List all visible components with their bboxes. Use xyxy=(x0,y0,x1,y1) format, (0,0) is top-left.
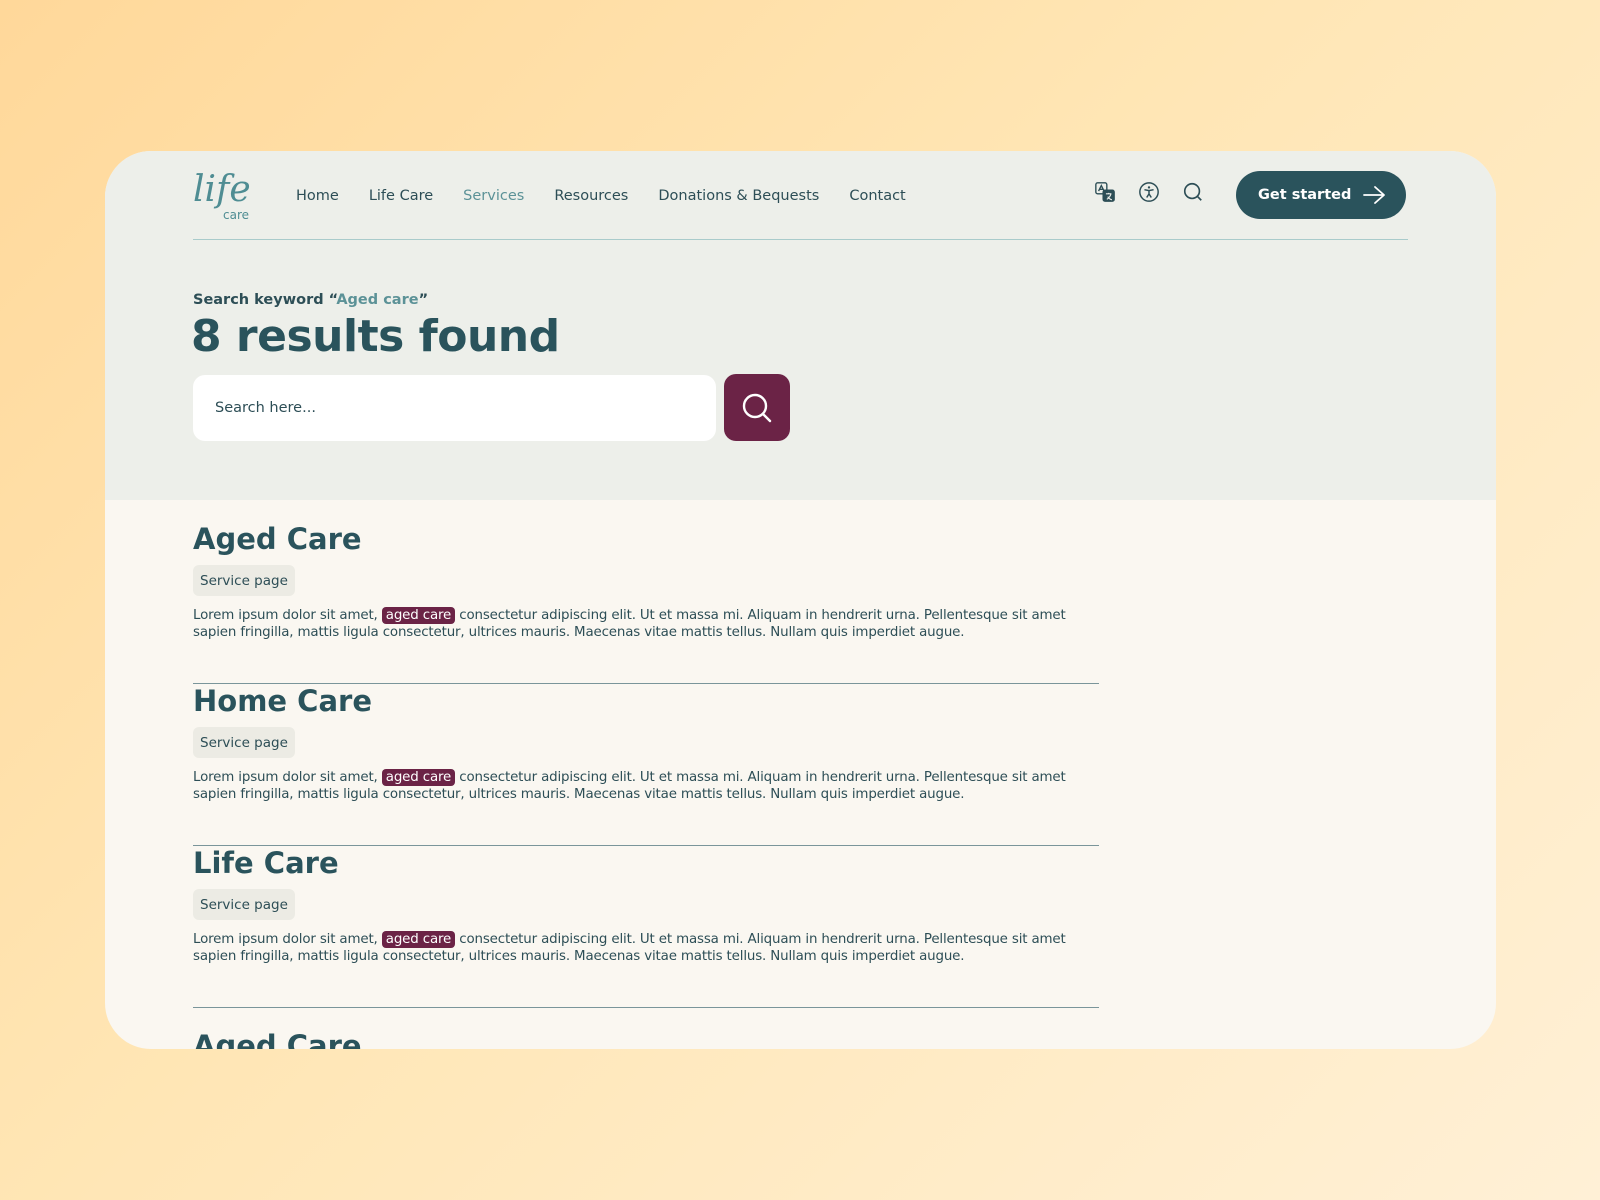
result-tag: Service page xyxy=(193,727,295,758)
result-title[interactable]: Aged Care xyxy=(193,522,362,556)
main-nav: Home Life Care Services Resources Donati… xyxy=(296,151,906,240)
nav-item-donations-bequests[interactable]: Donations & Bequests xyxy=(658,188,819,204)
keyword-highlight: aged care xyxy=(381,607,456,624)
keyword-highlight: aged care xyxy=(381,931,456,948)
logo[interactable]: life care xyxy=(193,163,253,225)
results-count-title: 8 results found xyxy=(191,311,560,362)
logo-mark: life care xyxy=(193,169,251,222)
result-excerpt: Lorem ipsum dolor sit amet, aged care co… xyxy=(193,769,1099,803)
nav-item-life-care[interactable]: Life Care xyxy=(369,188,433,204)
utility-icons xyxy=(1094,181,1204,203)
result-title[interactable]: Life Care xyxy=(193,846,339,880)
excerpt-before: Lorem ipsum dolor sit amet, xyxy=(193,770,382,785)
result-excerpt: Lorem ipsum dolor sit amet, aged care co… xyxy=(193,931,1099,965)
result-tag: Service page xyxy=(193,565,295,596)
nav-item-resources[interactable]: Resources xyxy=(554,188,628,204)
page-card: life care Home Life Care Services Resour… xyxy=(105,151,1496,1049)
nav-item-contact[interactable]: Contact xyxy=(849,188,905,204)
get-started-button[interactable]: Get started xyxy=(1236,171,1406,219)
get-started-label: Get started xyxy=(1258,187,1352,203)
search-icon[interactable] xyxy=(1182,181,1204,203)
result-excerpt: Lorem ipsum dolor sit amet, aged care co… xyxy=(193,607,1099,641)
search-keyword-line: Search keyword “Aged care” xyxy=(193,292,428,308)
keyword-suffix: ” xyxy=(418,292,429,308)
nav-item-home[interactable]: Home xyxy=(296,188,339,204)
keyword-prefix: Search keyword “ xyxy=(193,292,337,308)
results-list: Aged Care Service page Lorem ipsum dolor… xyxy=(193,522,1099,1008)
search-input[interactable] xyxy=(193,375,716,441)
search-icon xyxy=(742,393,772,422)
result-item: Aged Care Service page Lorem ipsum dolor… xyxy=(193,522,1099,684)
site-header: life care Home Life Care Services Resour… xyxy=(193,151,1408,240)
search-keyword: Aged care xyxy=(336,292,419,308)
translate-icon[interactable] xyxy=(1094,181,1116,203)
result-item: Life Care Service page Lorem ipsum dolor… xyxy=(193,846,1099,1008)
result-item: Home Care Service page Lorem ipsum dolor… xyxy=(193,684,1099,846)
search-submit-button[interactable] xyxy=(724,374,790,441)
result-tag: Service page xyxy=(193,889,295,920)
logo-main: life xyxy=(193,169,251,210)
result-title-partial[interactable]: Aged Care xyxy=(193,1029,362,1049)
result-title[interactable]: Home Care xyxy=(193,684,372,718)
excerpt-before: Lorem ipsum dolor sit amet, xyxy=(193,608,382,623)
arrow-right-icon xyxy=(1363,186,1385,204)
excerpt-before: Lorem ipsum dolor sit amet, xyxy=(193,932,382,947)
accessibility-icon[interactable] xyxy=(1138,181,1160,203)
logo-sub: care xyxy=(223,208,249,222)
nav-item-services[interactable]: Services xyxy=(463,188,524,204)
keyword-highlight: aged care xyxy=(381,769,456,786)
